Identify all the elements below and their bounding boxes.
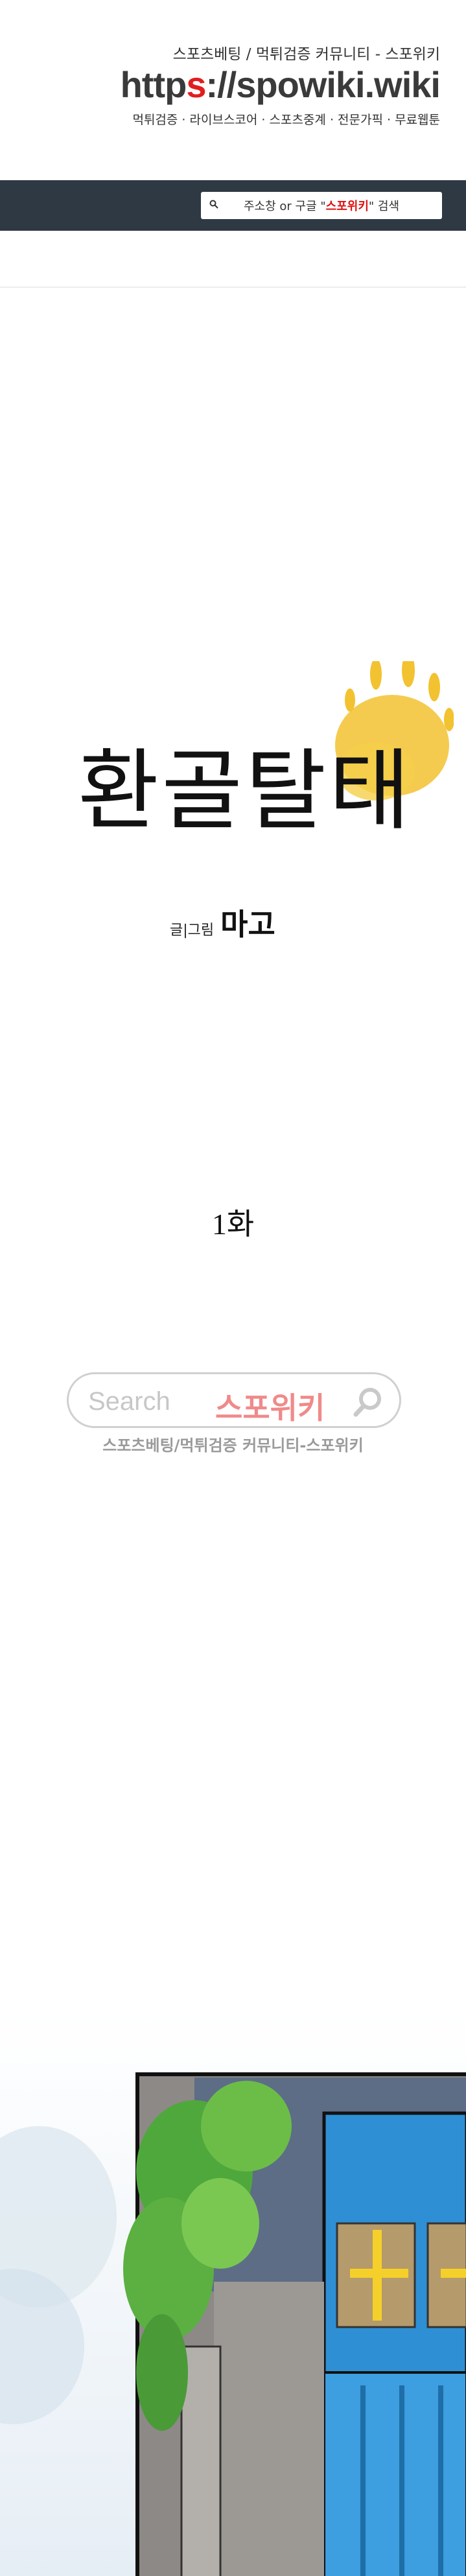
- author-name: 마고: [220, 907, 275, 942]
- site-url-link[interactable]: https://spowiki.wiki: [120, 64, 441, 106]
- url-suffix: ://spowiki.wiki: [205, 64, 441, 105]
- url-red-letter: s: [186, 64, 206, 105]
- episode-title: 1화: [211, 1208, 255, 1241]
- url-prefix: http: [120, 64, 187, 105]
- site-tagline: 스포츠베팅 / 먹튀검증 커뮤니티 - 스포위키: [172, 46, 440, 63]
- comic-title: 환골탈태: [78, 740, 413, 843]
- search-hint-after: " 검색: [368, 200, 400, 213]
- watermark-placeholder: Search: [88, 1387, 170, 1416]
- header-divider: [0, 287, 466, 288]
- site-header: 스포츠베팅 / 먹튀검증 커뮤니티 - 스포위키 https://spowiki…: [0, 0, 466, 180]
- search-hint-highlight: 스포위키: [325, 200, 369, 213]
- watermark-caption: 스포츠베팅/먹튀검증 커뮤니티-스포위키: [102, 1436, 364, 1455]
- comic-panel-art: [0, 2009, 466, 2576]
- credit-label: 글|그림: [170, 922, 215, 939]
- search-hint: 주소창 or 구글 "스포위키" 검색: [227, 197, 442, 214]
- watermark-brand: 스포위키: [215, 1390, 325, 1425]
- comic-credits: 글|그림 마고: [170, 901, 275, 944]
- search-icon[interactable]: [201, 200, 227, 211]
- watermark-search-box: Search 스포위키: [67, 1372, 401, 1428]
- search-box[interactable]: 주소창 or 구글 "스포위키" 검색: [201, 192, 442, 219]
- site-links[interactable]: 먹튀검증 · 라이브스코어 · 스포츠중계 · 전문가픽 · 무료웹툰: [132, 110, 440, 128]
- magnifier-icon: [353, 1388, 381, 1417]
- search-hint-before: 주소창 or 구글 ": [243, 200, 326, 213]
